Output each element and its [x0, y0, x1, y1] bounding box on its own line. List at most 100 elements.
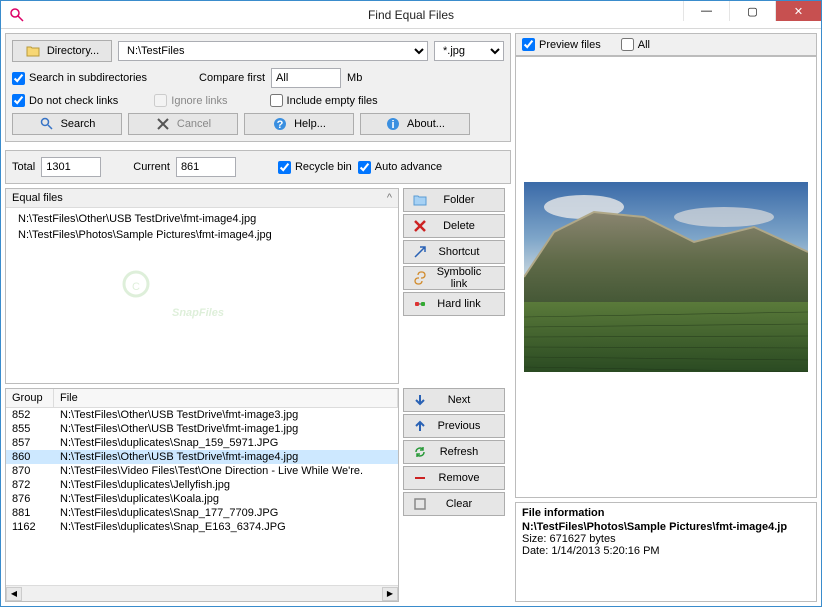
cell-group: 1162	[6, 520, 54, 534]
file-info-path: N:\TestFiles\Photos\Sample Pictures\fmt-…	[522, 521, 810, 533]
auto-advance-check[interactable]: Auto advance	[358, 161, 442, 174]
results-grid[interactable]: Group File 852N:\TestFiles\Other\USB Tes…	[5, 388, 399, 602]
total-label: Total	[12, 161, 35, 173]
grid-header: Group File	[6, 389, 398, 408]
title-bar: Find Equal Files — ▢ ✕	[1, 1, 821, 29]
compare-first-label: Compare first	[199, 72, 265, 84]
next-button[interactable]: Next	[403, 388, 505, 412]
scroll-left-icon[interactable]: ◀	[6, 587, 22, 601]
info-icon: i	[385, 116, 401, 132]
equal-files-list[interactable]: N:\TestFiles\Other\USB TestDrive\fmt-ima…	[6, 208, 398, 383]
clear-button[interactable]: Clear	[403, 492, 505, 516]
hard-link-button[interactable]: Hard link	[403, 292, 505, 316]
table-row[interactable]: 870N:\TestFiles\Video Files\Test\One Dir…	[6, 464, 398, 478]
cell-file: N:\TestFiles\Other\USB TestDrive\fmt-ima…	[54, 422, 398, 436]
column-group[interactable]: Group	[6, 389, 54, 407]
cell-file: N:\TestFiles\Other\USB TestDrive\fmt-ima…	[54, 450, 398, 464]
shortcut-button[interactable]: Shortcut	[403, 240, 505, 264]
preview-area	[515, 56, 817, 498]
cell-file: N:\TestFiles\duplicates\Snap_159_5971.JP…	[54, 436, 398, 450]
total-field[interactable]	[41, 157, 101, 177]
cell-file: N:\TestFiles\duplicates\Snap_177_7709.JP…	[54, 506, 398, 520]
arrow-up-icon	[412, 418, 428, 434]
folder-icon	[412, 192, 428, 208]
cell-group: 876	[6, 492, 54, 506]
mb-label: Mb	[347, 72, 362, 84]
do-not-check-links-check[interactable]: Do not check links	[12, 94, 118, 107]
directory-button[interactable]: Directory...	[12, 40, 112, 62]
cell-file: N:\TestFiles\duplicates\Snap_E163_6374.J…	[54, 520, 398, 534]
include-empty-check[interactable]: Include empty files	[270, 94, 378, 107]
table-row[interactable]: 876N:\TestFiles\duplicates\Koala.jpg	[6, 492, 398, 506]
close-button[interactable]: ✕	[775, 1, 821, 21]
search-button[interactable]: Search	[12, 113, 122, 135]
table-row[interactable]: 855N:\TestFiles\Other\USB TestDrive\fmt-…	[6, 422, 398, 436]
cell-file: N:\TestFiles\duplicates\Koala.jpg	[54, 492, 398, 506]
cell-group: 872	[6, 478, 54, 492]
table-row[interactable]: 1162N:\TestFiles\duplicates\Snap_E163_63…	[6, 520, 398, 534]
folder-button[interactable]: Folder	[403, 188, 505, 212]
minimize-button[interactable]: —	[683, 1, 729, 21]
current-label: Current	[133, 161, 170, 173]
options-panel: Directory... N:\TestFiles *.jpg Search i…	[5, 33, 511, 142]
table-row[interactable]: 857N:\TestFiles\duplicates\Snap_159_5971…	[6, 436, 398, 450]
equal-files-title: Equal files	[12, 192, 63, 204]
cell-file: N:\TestFiles\duplicates\Jellyfish.jpg	[54, 478, 398, 492]
symbolic-link-button[interactable]: Symbolic link	[403, 266, 505, 290]
svg-text:SnapFiles: SnapFiles	[172, 307, 224, 319]
preview-image	[524, 182, 808, 372]
ignore-links-check: Ignore links	[154, 94, 227, 107]
file-info-date: Date: 1/14/2013 5:20:16 PM	[522, 545, 810, 557]
cancel-button[interactable]: Cancel	[128, 113, 238, 135]
search-subdirs-check[interactable]: Search in subdirectories	[12, 72, 147, 85]
svg-text:i: i	[392, 119, 395, 131]
grid-scrollbar[interactable]: ◀ ▶	[6, 585, 398, 601]
cell-group: 857	[6, 436, 54, 450]
cell-group: 860	[6, 450, 54, 464]
preview-all-check[interactable]: All	[621, 38, 650, 51]
preview-files-check[interactable]: Preview files	[522, 38, 601, 51]
cell-group: 870	[6, 464, 54, 478]
hardlink-icon	[412, 296, 428, 312]
cell-file: N:\TestFiles\Other\USB TestDrive\fmt-ima…	[54, 408, 398, 422]
list-item[interactable]: N:\TestFiles\Other\USB TestDrive\fmt-ima…	[6, 211, 398, 227]
scroll-right-icon[interactable]: ▶	[382, 587, 398, 601]
list-item[interactable]: N:\TestFiles\Photos\Sample Pictures\fmt-…	[6, 227, 398, 243]
recycle-bin-check[interactable]: Recycle bin	[278, 161, 352, 174]
table-row[interactable]: 872N:\TestFiles\duplicates\Jellyfish.jpg	[6, 478, 398, 492]
table-row[interactable]: 860N:\TestFiles\Other\USB TestDrive\fmt-…	[6, 450, 398, 464]
refresh-icon	[412, 444, 428, 460]
help-button[interactable]: ? Help...	[244, 113, 354, 135]
current-field[interactable]	[176, 157, 236, 177]
svg-text:C: C	[132, 281, 140, 293]
file-info-title: File information	[522, 507, 810, 519]
file-info-size: Size: 671627 bytes	[522, 533, 810, 545]
status-panel: Total Current Recycle bin Auto advance	[5, 150, 511, 184]
about-button[interactable]: i About...	[360, 113, 470, 135]
cell-file: N:\TestFiles\Video Files\Test\One Direct…	[54, 464, 398, 478]
window-title: Find Equal Files	[368, 8, 454, 22]
shortcut-icon	[412, 244, 428, 260]
table-row[interactable]: 881N:\TestFiles\duplicates\Snap_177_7709…	[6, 506, 398, 520]
compare-first-input[interactable]	[271, 68, 341, 88]
search-icon	[39, 116, 55, 132]
directory-select[interactable]: N:\TestFiles	[118, 41, 428, 61]
cell-group: 881	[6, 506, 54, 520]
svg-text:?: ?	[277, 119, 284, 131]
cell-group: 855	[6, 422, 54, 436]
delete-button[interactable]: Delete	[403, 214, 505, 238]
help-icon: ?	[272, 116, 288, 132]
link-icon	[412, 270, 428, 286]
maximize-button[interactable]: ▢	[729, 1, 775, 21]
refresh-button[interactable]: Refresh	[403, 440, 505, 464]
arrow-down-icon	[412, 392, 428, 408]
column-file[interactable]: File	[54, 389, 398, 407]
collapse-toggle[interactable]: ^	[387, 192, 392, 204]
remove-button[interactable]: Remove	[403, 466, 505, 490]
cancel-icon	[155, 116, 171, 132]
previous-button[interactable]: Previous	[403, 414, 505, 438]
table-row[interactable]: 852N:\TestFiles\Other\USB TestDrive\fmt-…	[6, 408, 398, 422]
equal-files-panel: Equal files ^ N:\TestFiles\Other\USB Tes…	[5, 188, 399, 384]
filter-select[interactable]: *.jpg	[434, 41, 504, 61]
clear-icon	[412, 496, 428, 512]
